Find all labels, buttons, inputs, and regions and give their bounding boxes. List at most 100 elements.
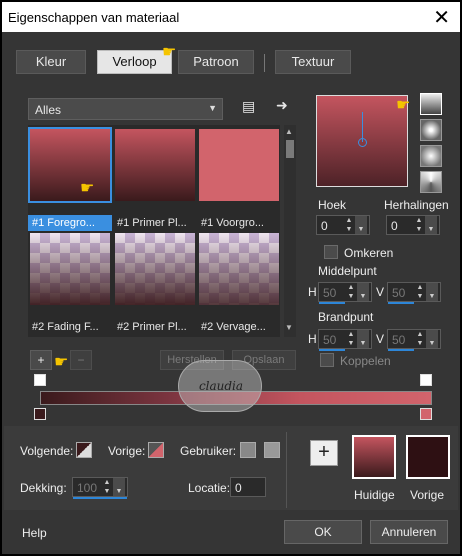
gallery-item[interactable]: #2 Vervage... xyxy=(199,233,279,333)
opacity-label: Dekking: xyxy=(20,481,67,495)
spin-arrows-icon[interactable]: ▲ ▼ xyxy=(345,330,357,348)
material-properties-dialog: Eigenschappen van materiaal ✕ Kleur Verl… xyxy=(0,0,462,556)
scroll-up-icon[interactable]: ▲ xyxy=(285,127,293,136)
midpoint-v-input[interactable]: 50 ▲ ▼ ▼ xyxy=(387,282,441,304)
chevron-down-icon[interactable]: ▼ xyxy=(357,330,369,348)
tab-divider xyxy=(264,54,265,72)
gradient-overlay xyxy=(199,233,279,305)
gradient-swatch xyxy=(199,129,279,201)
remove-button[interactable]: − xyxy=(70,350,92,370)
color-stop-right[interactable] xyxy=(420,408,432,420)
focus-h-input[interactable]: 50 ▲ ▼ ▼ xyxy=(318,329,372,351)
repeats-input[interactable]: 0 ▲ ▼ ▼ xyxy=(386,215,440,235)
scrollbar-thumb[interactable] xyxy=(286,140,294,158)
tab-verloop[interactable]: Verloop xyxy=(97,50,172,74)
pointer-hand-icon: ☛ xyxy=(396,97,411,114)
opacity-stop-right[interactable] xyxy=(420,374,432,386)
invert-checkbox[interactable] xyxy=(324,245,338,259)
list-view-icon[interactable]: ▤ xyxy=(242,98,255,115)
chevron-down-icon[interactable]: ▼ xyxy=(113,478,125,496)
gallery-scrollbar[interactable]: ▲ ▼ xyxy=(284,125,296,337)
scroll-down-icon[interactable]: ▼ xyxy=(285,323,293,332)
location-label: Locatie: xyxy=(188,481,231,495)
focus-h-label: H xyxy=(308,332,317,346)
gallery-item[interactable]: #1 Voorgro... xyxy=(199,129,279,229)
add-button[interactable]: + xyxy=(30,350,52,370)
tab-label: Kleur xyxy=(35,54,67,69)
spin-arrows-icon[interactable]: ▲ ▼ xyxy=(414,330,426,348)
spin-arrows-icon[interactable]: ▲ ▼ xyxy=(413,216,425,234)
tab-kleur[interactable]: Kleur xyxy=(16,50,86,74)
add-to-swatches-button[interactable]: + xyxy=(310,440,338,466)
midpoint-h-slider[interactable] xyxy=(319,302,345,304)
gradient-overlay xyxy=(115,233,195,305)
tab-textuur[interactable]: Textuur xyxy=(275,50,351,74)
radial-gradient-type-button[interactable] xyxy=(420,145,442,167)
color-stop-left[interactable] xyxy=(34,408,46,420)
next-label: Volgende: xyxy=(20,444,74,458)
previous-label: Vorige: xyxy=(108,444,146,458)
window-title: Eigenschappen van materiaal xyxy=(8,10,180,25)
repeats-label: Herhalingen xyxy=(384,198,449,212)
gallery-item[interactable]: #2 Fading F... xyxy=(30,233,110,333)
angle-value: 0 xyxy=(321,219,328,233)
focus-h-slider[interactable] xyxy=(319,349,345,351)
user-color-swatch-1[interactable] xyxy=(240,442,256,458)
rectangular-gradient-type-button[interactable] xyxy=(420,119,442,141)
linear-gradient-type-button[interactable] xyxy=(420,93,442,115)
pointer-hand-icon: ☛ xyxy=(54,354,69,371)
tab-patroon[interactable]: Patroon xyxy=(178,50,254,74)
gallery-item[interactable]: #1 Primer Pl... xyxy=(115,129,195,229)
angle-handle-dot[interactable] xyxy=(358,138,367,147)
close-icon[interactable]: ✕ xyxy=(433,5,450,30)
category-dropdown[interactable]: Alles ▼ xyxy=(28,98,223,120)
chevron-down-icon[interactable]: ▼ xyxy=(355,216,367,234)
opacity-slider[interactable] xyxy=(73,497,127,499)
opacity-value: 100 xyxy=(77,481,98,495)
tab-label: Textuur xyxy=(291,54,335,69)
current-label: Huidige xyxy=(354,488,395,502)
arrow-right-icon[interactable]: ➜ xyxy=(276,97,288,114)
spin-arrows-icon[interactable]: ▲ ▼ xyxy=(101,478,113,496)
link-checkbox[interactable] xyxy=(320,353,334,367)
gallery-item-label: #2 Primer Pl... xyxy=(117,321,187,333)
pointer-hand-icon: ☛ xyxy=(162,44,177,61)
user-color-swatch-2[interactable] xyxy=(264,442,280,458)
chevron-down-icon[interactable]: ▼ xyxy=(426,283,438,301)
user-label: Gebruiker: xyxy=(180,444,237,458)
gradient-preview[interactable] xyxy=(316,95,408,187)
invert-label: Omkeren xyxy=(344,246,394,260)
focus-v-input[interactable]: 50 ▲ ▼ ▼ xyxy=(387,329,441,351)
angle-input[interactable]: 0 ▲ ▼ ▼ xyxy=(316,215,370,235)
location-input[interactable]: 0 xyxy=(230,477,266,497)
tab-label: Patroon xyxy=(193,54,239,69)
spin-arrows-icon[interactable]: ▲ ▼ xyxy=(343,216,355,234)
focus-v-slider[interactable] xyxy=(388,349,414,351)
gallery-item[interactable]: #2 Primer Pl... xyxy=(115,233,195,333)
previous-material-swatch[interactable] xyxy=(406,435,450,479)
ok-button[interactable]: OK xyxy=(284,520,362,544)
gallery-item[interactable]: #1 Foregro... xyxy=(28,127,112,231)
chevron-down-icon[interactable]: ▼ xyxy=(425,216,437,234)
gradient-swatch xyxy=(28,127,112,203)
midpoint-v-value: 50 xyxy=(392,286,406,300)
current-material-swatch[interactable] xyxy=(352,435,396,479)
midpoint-h-input[interactable]: 50 ▲ ▼ ▼ xyxy=(318,282,372,304)
opacity-stop-left[interactable] xyxy=(34,374,46,386)
previous-color-swatch[interactable] xyxy=(148,442,164,458)
next-color-swatch[interactable] xyxy=(76,442,92,458)
opacity-input[interactable]: 100 ▲ ▼ ▼ xyxy=(72,477,128,499)
chevron-down-icon[interactable]: ▼ xyxy=(426,330,438,348)
link-label: Koppelen xyxy=(340,354,391,368)
pointer-hand-icon: ☛ xyxy=(80,180,95,197)
sunburst-gradient-type-button[interactable] xyxy=(420,171,442,193)
spin-arrows-icon[interactable]: ▲ ▼ xyxy=(345,283,357,301)
cancel-button[interactable]: Annuleren xyxy=(370,520,448,544)
tab-label: Verloop xyxy=(112,54,157,69)
chevron-down-icon[interactable]: ▼ xyxy=(357,283,369,301)
help-link[interactable]: Help xyxy=(22,526,47,540)
gradient-swatch xyxy=(115,129,195,201)
gallery-item-label: #1 Foregro... xyxy=(28,215,112,231)
spin-arrows-icon[interactable]: ▲ ▼ xyxy=(414,283,426,301)
midpoint-v-slider[interactable] xyxy=(388,302,414,304)
